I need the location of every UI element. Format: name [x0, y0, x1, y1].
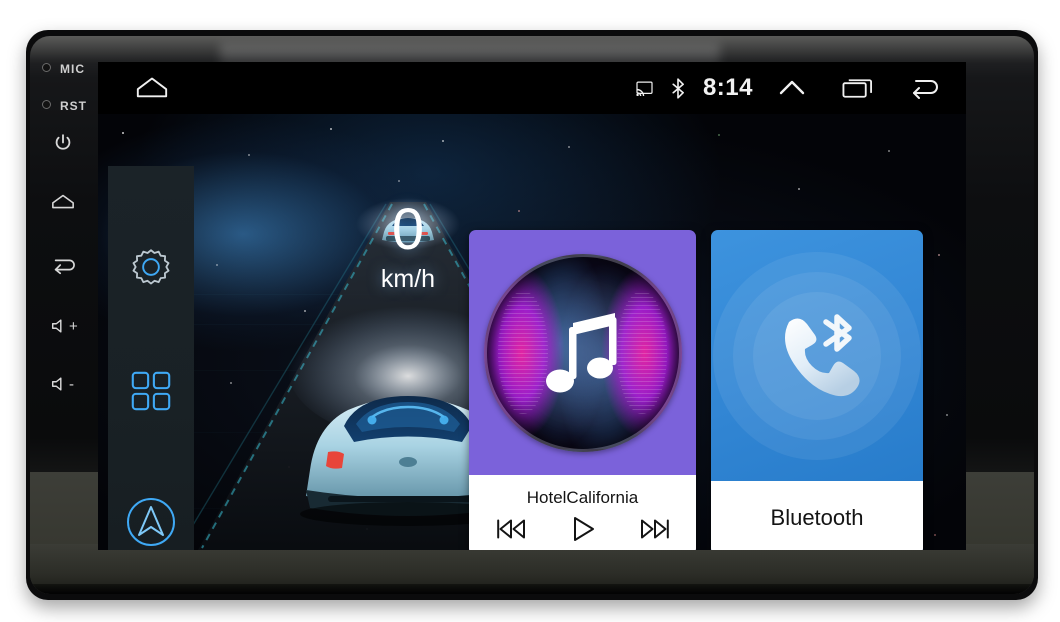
back-arrow-icon[interactable]	[51, 255, 75, 280]
screenshot-root: MIC RST + - 8:14 0 km/h HotelCalifornia …	[0, 0, 1060, 622]
bluetooth-rings	[712, 251, 922, 461]
statusbar-back-icon[interactable]	[908, 77, 940, 99]
hardware-button-column: MIC RST + -	[30, 40, 100, 460]
bluetooth-widget[interactable]: Bluetooth	[711, 230, 923, 550]
touchscreen[interactable]: 8:14 0 km/h HotelCalifornia Bluetooth	[98, 62, 966, 550]
bezel-bottom-edge	[30, 584, 1034, 594]
album-art-wrap	[469, 230, 696, 475]
bluetooth-icon	[671, 77, 685, 99]
cast-icon	[636, 81, 653, 96]
reset-label: RST	[60, 99, 87, 113]
statusbar-right-group: 8:14	[636, 74, 966, 102]
speaker-plus-icon[interactable]: +	[50, 317, 78, 335]
media-controls	[494, 514, 672, 544]
album-art	[483, 253, 682, 452]
bluetooth-label: Bluetooth	[770, 505, 864, 530]
volume-down-sign: -	[69, 375, 74, 393]
sidebar-item-navigation[interactable]	[125, 496, 177, 550]
music-widget[interactable]: HotelCalifornia	[469, 230, 696, 550]
recents-icon[interactable]	[841, 76, 874, 100]
play-icon[interactable]	[568, 514, 598, 544]
chevron-up-icon[interactable]	[777, 77, 807, 99]
mic-label: MIC	[60, 62, 85, 76]
speaker-minus-icon[interactable]: -	[50, 375, 74, 393]
bluetooth-art	[711, 230, 923, 481]
side-dock	[108, 166, 194, 550]
statusbar-clock: 8:14	[702, 74, 753, 101]
next-track-icon[interactable]	[638, 516, 672, 542]
reset-pinhole[interactable]	[42, 100, 51, 109]
sidebar-item-settings[interactable]	[128, 244, 174, 295]
bluetooth-widget-footer: Bluetooth	[711, 481, 923, 550]
bluetooth-phone-icon	[785, 313, 860, 396]
previous-track-icon[interactable]	[494, 516, 528, 542]
power-icon[interactable]	[52, 132, 74, 159]
track-title: HotelCalifornia	[526, 488, 639, 507]
volume-up-sign: +	[69, 317, 78, 335]
mic-pinhole	[42, 63, 51, 72]
music-widget-footer: HotelCalifornia	[469, 475, 696, 550]
sidebar-item-apps[interactable]	[128, 368, 174, 419]
statusbar-home-button[interactable]	[134, 75, 170, 101]
home-screen-wallpaper: 0 km/h HotelCalifornia Bluetooth	[98, 114, 966, 550]
home-icon[interactable]	[51, 192, 75, 217]
status-bar: 8:14	[98, 62, 966, 114]
